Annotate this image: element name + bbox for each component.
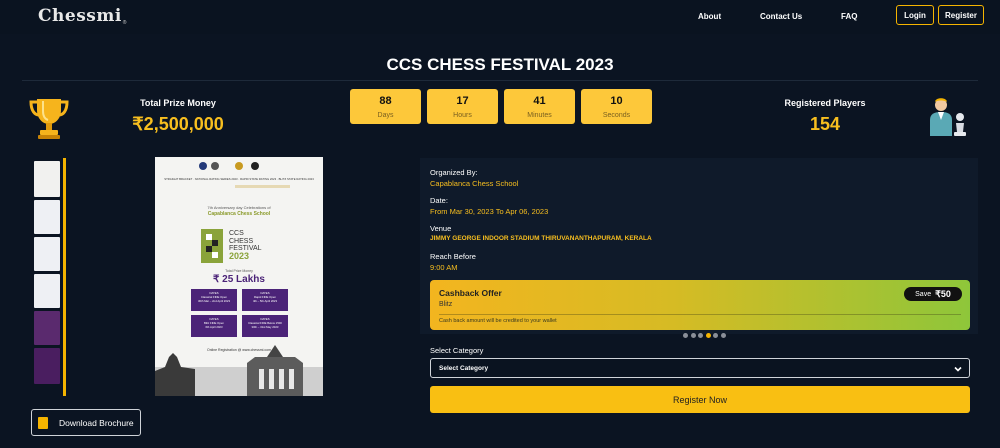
category-select[interactable]: Select Category xyxy=(430,358,970,378)
poster-cell-3: DATES Blitz FIDE Open 6th April 2023 xyxy=(191,317,237,329)
thumbnail-6[interactable] xyxy=(34,348,60,384)
chessmi-logo[interactable]: Chessmi ® xyxy=(38,6,126,26)
cashback-save-badge: Save ₹50 xyxy=(904,287,962,301)
reach-before-label: Reach Before xyxy=(430,252,476,261)
poster-fest-year: 2023 xyxy=(229,250,250,261)
poster-cell-line: 30th – 31st May 2023 xyxy=(251,325,279,329)
brochure-thumbnails xyxy=(32,158,66,396)
carousel-dots xyxy=(683,333,728,338)
thumbnail-5[interactable] xyxy=(34,311,60,345)
cashback-note: Cash back amount will be credited to you… xyxy=(439,318,557,324)
carousel-dot[interactable] xyxy=(690,333,696,338)
register-button[interactable]: Register xyxy=(938,5,984,25)
category-select-value: Select Category xyxy=(439,365,489,372)
logo-trademark: ® xyxy=(122,20,127,26)
poster-fest-line2: CHESS xyxy=(229,237,254,245)
reach-before-value: 9:00 AM xyxy=(430,263,458,272)
date-label: Date: xyxy=(430,196,448,205)
cashback-divider xyxy=(439,314,961,315)
countdown-seconds: 10 Seconds xyxy=(581,89,652,124)
thumbnail-scrollbar[interactable] xyxy=(63,158,66,396)
carousel-dot[interactable] xyxy=(705,333,711,338)
poster-cell-line: 6th April 2023 xyxy=(205,325,223,329)
login-button[interactable]: Login xyxy=(896,5,934,25)
organized-by-value: Capablanca Chess School xyxy=(430,179,519,188)
poster-footer: Online Registration @ www.chessmi.com xyxy=(206,348,272,352)
register-now-button[interactable]: Register Now xyxy=(430,386,970,413)
venue-label: Venue xyxy=(430,224,452,233)
countdown-minutes-unit: Minutes xyxy=(527,112,552,119)
player-with-chess-pawn-icon xyxy=(930,98,966,136)
countdown-hours-unit: Hours xyxy=(453,112,472,119)
nav-link-faq[interactable]: FAQ xyxy=(841,12,857,21)
organized-by-label: Organized By: xyxy=(430,168,478,177)
countdown-days: 88 Days xyxy=(350,89,421,124)
venue-value: JIMMY GEORGE INDOOR STADIUM THIRUVANANTH… xyxy=(430,235,652,242)
players-value: 154 xyxy=(809,114,841,134)
event-title: CCS CHESS FESTIVAL 2023 xyxy=(386,55,614,74)
save-amount: ₹50 xyxy=(935,288,951,299)
countdown-hours-value: 17 xyxy=(456,95,469,107)
save-label: Save xyxy=(915,290,932,298)
cashback-category: Blitz xyxy=(439,301,453,308)
prize-value: ₹2,500,000 xyxy=(132,114,224,134)
thumbnail-4[interactable] xyxy=(34,274,60,308)
poster-fest-title: CCS CHESS FESTIVAL 2023 xyxy=(229,230,262,260)
cashback-offer-card[interactable]: Cashback Offer Blitz Cash back amount wi… xyxy=(430,280,970,330)
select-category-label: Select Category xyxy=(430,346,484,355)
title-divider xyxy=(22,80,978,81)
carousel-dot[interactable] xyxy=(698,333,703,338)
thumbnail-2[interactable] xyxy=(34,200,60,234)
nav-link-about[interactable]: About xyxy=(698,12,721,21)
date-value: From Mar 30, 2023 To Apr 06, 2023 xyxy=(430,207,549,216)
poster-cell-line: 30th Mar – 2nd April 2023 xyxy=(197,299,231,303)
carousel-dot[interactable] xyxy=(683,333,688,338)
brochure-poster[interactable]: STRAIGHT BRACKET · NATIONAL RATING SERIE… xyxy=(155,157,323,396)
countdown-days-value: 88 xyxy=(379,95,392,107)
poster-cell-1: DATES Classical FIDE Open 30th Mar – 2nd… xyxy=(191,291,237,303)
download-brochure-label: Download Brochure xyxy=(59,417,134,428)
players-label: Registered Players xyxy=(784,98,866,108)
countdown-minutes: 41 Minutes xyxy=(504,89,575,124)
trophy-icon xyxy=(29,99,69,139)
cashback-title: Cashback Offer xyxy=(439,288,502,298)
countdown-hours: 17 Hours xyxy=(427,89,498,124)
poster-cell-4: DATES Classical FIDE Below 1500 30th – 3… xyxy=(242,317,288,329)
pdf-file-icon xyxy=(38,416,48,429)
countdown-days-unit: Days xyxy=(377,112,394,119)
thumbnail-3[interactable] xyxy=(34,237,60,271)
poster-cell-2: DATES Rapid FIDE Open 4th – 5th April 20… xyxy=(242,291,288,303)
poster-school: Capablanca Chess School xyxy=(207,211,271,217)
poster-tagline: 7th Anniversary day Celebrations of xyxy=(207,205,271,210)
carousel-dot[interactable] xyxy=(720,333,726,338)
poster-fest-line1: CCS xyxy=(229,230,244,237)
logo-text: Chessmi xyxy=(38,6,122,26)
poster-prize-caption: Total Prize Money xyxy=(225,269,253,273)
carousel-dot[interactable] xyxy=(713,333,718,338)
prize-label: Total Prize Money xyxy=(140,98,216,108)
chevron-down-icon xyxy=(954,366,962,372)
countdown-minutes-value: 41 xyxy=(533,95,546,107)
countdown-seconds-unit: Seconds xyxy=(602,112,631,119)
countdown-seconds-value: 10 xyxy=(610,95,623,107)
poster-cell-line: 4th – 5th April 2023 xyxy=(252,299,278,303)
poster-prize-value: ₹ 25 Lakhs xyxy=(213,274,265,285)
nav-link-contact[interactable]: Contact Us xyxy=(760,12,802,21)
thumbnail-1[interactable] xyxy=(34,161,60,197)
poster-top-text: STRAIGHT BRACKET · NATIONAL RATING SERIE… xyxy=(164,177,314,181)
download-brochure-button[interactable]: Download Brochure xyxy=(31,409,141,436)
top-navbar: Chessmi ® About Contact Us FAQ Login Reg… xyxy=(0,0,1000,34)
